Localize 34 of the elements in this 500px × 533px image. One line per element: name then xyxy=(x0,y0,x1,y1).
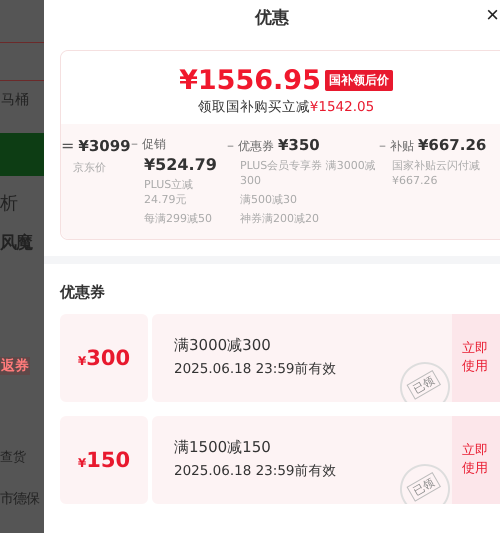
breakdown-label: 促销 xyxy=(142,136,166,153)
use-now-button[interactable]: 立即使用 xyxy=(452,416,500,504)
operator: – xyxy=(379,138,386,154)
operator: = xyxy=(61,136,74,155)
breakdown-amount: ¥3099 xyxy=(78,137,131,155)
section-title: 优惠券 xyxy=(60,282,106,302)
coupon-validity: 2025.06.18 23:59前有效 xyxy=(174,360,338,378)
breakdown-detail: 满500减30 xyxy=(240,192,298,208)
coupon-validity: 2025.06.18 23:59前有效 xyxy=(174,462,338,480)
sheet-title: 优惠 xyxy=(255,6,289,28)
breakdown-amount: ¥524.79 xyxy=(144,155,218,174)
final-price: ¥1556.95 xyxy=(179,65,321,96)
coupon-condition: 满3000减300 xyxy=(174,336,272,355)
operator: – xyxy=(227,138,234,154)
price-badge: 国补领后价 xyxy=(324,70,393,91)
use-now-button[interactable]: 立即使用 xyxy=(452,314,500,402)
breakdown-detail: PLUS会员专享券 满3000减300 xyxy=(240,159,377,189)
coupon-condition: 满1500减150 xyxy=(174,438,272,457)
background-bar xyxy=(0,133,44,176)
discount-note: 领取国补购买立减¥1542.05 xyxy=(198,98,374,116)
breakdown-detail: 神券满200减20 xyxy=(240,212,320,226)
breakdown-label: 补贴 xyxy=(390,138,414,155)
breakdown-detail: 京东价 xyxy=(73,161,107,176)
breakdown-label: 优惠券 xyxy=(238,138,274,155)
close-button[interactable]: × xyxy=(485,4,500,26)
background-text: 返券 xyxy=(0,357,30,375)
operator: – xyxy=(131,136,138,152)
breakdown-amount: ¥667.26 xyxy=(418,136,486,154)
breakdown-amount: ¥350 xyxy=(278,136,320,154)
breakdown-detail: 每满299减50 xyxy=(144,212,213,227)
coupon-value: ¥300 xyxy=(78,346,130,370)
coupon-value: ¥150 xyxy=(78,448,130,472)
breakdown-detail: 国家补贴云闪付减 ¥667.26 xyxy=(392,159,481,189)
breakdown-detail: PLUS立减 24.79元 xyxy=(144,178,194,208)
